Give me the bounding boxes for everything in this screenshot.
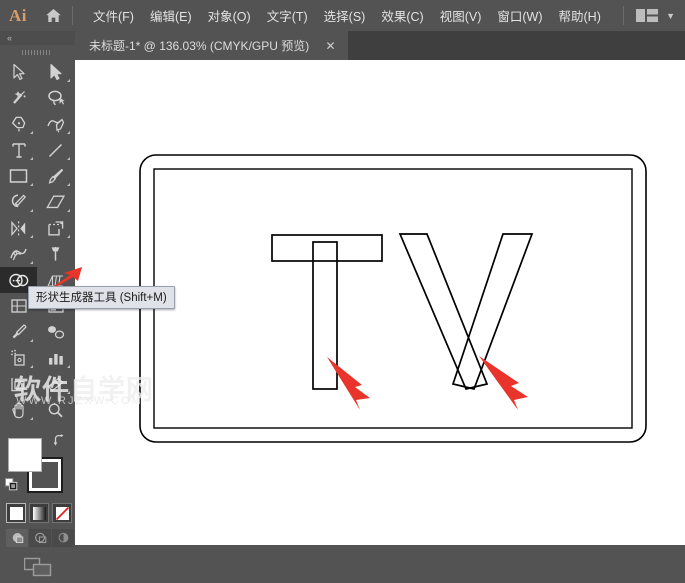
tool-flyout-indicator <box>67 183 70 186</box>
tool-flyout-indicator <box>67 235 70 238</box>
tools-grid <box>0 59 75 423</box>
artboard-frame <box>139 154 647 443</box>
tool-row <box>0 345 75 371</box>
tool-row <box>0 241 75 267</box>
T-crossbar-rectangle <box>271 234 383 262</box>
draw-mode-buttons <box>6 529 74 547</box>
menu-window[interactable]: 窗口(W) <box>489 0 550 31</box>
menu-view[interactable]: 视图(V) <box>432 0 490 31</box>
letter-T-outline <box>271 234 383 390</box>
menu-items: 文件(F) 编辑(E) 对象(O) 文字(T) 选择(S) 效果(C) 视图(V… <box>85 0 609 31</box>
tool-flyout-indicator <box>67 209 70 212</box>
swap-fill-stroke-icon[interactable] <box>52 434 66 452</box>
tool-row <box>0 163 75 189</box>
magic-wand-tool[interactable] <box>0 85 37 111</box>
artboard-inner-rect <box>153 168 633 429</box>
tool-row <box>0 59 75 85</box>
free-transform-tool[interactable] <box>37 241 74 267</box>
document-tab[interactable]: 未标题-1* @ 136.03% (CMYK/GPU 预览) ✕ <box>75 31 348 60</box>
tool-flyout-indicator <box>30 235 33 238</box>
document-tab-bar: 未标题-1* @ 136.03% (CMYK/GPU 预览) ✕ <box>75 31 685 60</box>
shaper-tool[interactable] <box>0 189 37 215</box>
tool-row <box>0 189 75 215</box>
workspace-divider <box>623 6 625 25</box>
selection-tool[interactable] <box>0 59 37 85</box>
column-graph-tool[interactable] <box>37 345 74 371</box>
curvature-tool[interactable] <box>37 111 74 137</box>
tool-row <box>0 371 75 397</box>
tool-flyout-indicator <box>67 157 70 160</box>
tool-row <box>0 215 75 241</box>
tool-flyout-indicator <box>30 339 33 342</box>
color-controls <box>0 406 75 577</box>
menu-effect[interactable]: 效果(C) <box>373 0 431 31</box>
chevron-down-icon[interactable]: ▼ <box>666 11 675 21</box>
menu-bar: Ai 文件(F) 编辑(E) 对象(O) 文字(T) 选择(S) 效果(C) 视… <box>0 0 685 31</box>
width-tool[interactable] <box>0 241 37 267</box>
workspace-area: ▼ <box>623 0 679 31</box>
draw-inside-mode[interactable] <box>52 529 74 547</box>
annotation-arrow-on-T <box>327 357 370 410</box>
direct-selection-tool[interactable] <box>37 59 74 85</box>
color-mode-gradient[interactable] <box>29 503 49 523</box>
tool-flyout-indicator <box>30 365 33 368</box>
tools-panel-header[interactable]: « <box>0 31 75 45</box>
type-tool[interactable] <box>0 137 37 163</box>
tools-panel-grip[interactable] <box>22 50 52 55</box>
workspace-switcher-icon[interactable] <box>636 8 659 23</box>
tool-row <box>0 111 75 137</box>
V-left-stroke <box>398 233 489 390</box>
eraser-tool[interactable] <box>37 189 74 215</box>
pen-tool[interactable] <box>0 111 37 137</box>
menu-type[interactable]: 文字(T) <box>259 0 316 31</box>
illustrator-window: Ai 文件(F) 编辑(E) 对象(O) 文字(T) 选择(S) 效果(C) 视… <box>0 0 685 577</box>
menu-divider <box>72 6 73 25</box>
default-fill-stroke-icon[interactable] <box>5 478 18 496</box>
rotate-tool[interactable] <box>0 215 37 241</box>
menu-select[interactable]: 选择(S) <box>316 0 374 31</box>
tool-flyout-indicator <box>67 365 70 368</box>
tool-flyout-indicator <box>30 157 33 160</box>
artboard-tool[interactable] <box>0 371 37 397</box>
color-mode-none[interactable] <box>52 503 72 523</box>
letter-V-outline <box>398 233 534 391</box>
document-tab-title: 未标题-1* @ 136.03% (CMYK/GPU 预览) <box>89 39 310 53</box>
color-mode-buttons <box>6 503 72 523</box>
paintbrush-tool[interactable] <box>37 163 74 189</box>
app-logo: Ai <box>9 5 27 25</box>
menu-object[interactable]: 对象(O) <box>200 0 259 31</box>
tool-flyout-indicator <box>67 79 70 82</box>
color-mode-flat[interactable] <box>6 503 26 523</box>
line-segment-tool[interactable] <box>37 137 74 163</box>
collapse-panel-icon[interactable]: « <box>7 33 12 43</box>
tool-row <box>0 319 75 345</box>
menu-file[interactable]: 文件(F) <box>85 0 142 31</box>
tool-tooltip: 形状生成器工具 (Shift+M) <box>28 286 175 309</box>
tool-flyout-indicator <box>30 131 33 134</box>
fill-swatch[interactable] <box>8 438 42 472</box>
tool-row <box>0 85 75 111</box>
tool-flyout-indicator <box>30 183 33 186</box>
menu-edit[interactable]: 编辑(E) <box>142 0 200 31</box>
change-screen-mode[interactable] <box>23 556 52 583</box>
rectangle-tool[interactable] <box>0 163 37 189</box>
eyedropper-tool[interactable] <box>0 319 37 345</box>
tool-flyout-indicator <box>67 391 70 394</box>
slice-tool[interactable] <box>37 371 74 397</box>
scale-tool[interactable] <box>37 215 74 241</box>
tool-flyout-indicator <box>30 209 33 212</box>
tool-row <box>0 137 75 163</box>
close-icon[interactable]: ✕ <box>324 39 337 53</box>
tool-flyout-indicator <box>67 131 70 134</box>
home-icon[interactable] <box>36 0 70 31</box>
menu-help[interactable]: 帮助(H) <box>551 0 609 31</box>
lasso-tool[interactable] <box>37 85 74 111</box>
draw-behind-mode[interactable] <box>29 529 51 547</box>
tool-flyout-indicator <box>30 261 33 264</box>
blend-tool[interactable] <box>37 319 74 345</box>
symbol-sprayer-tool[interactable] <box>0 345 37 371</box>
draw-normal-mode[interactable] <box>6 529 28 547</box>
